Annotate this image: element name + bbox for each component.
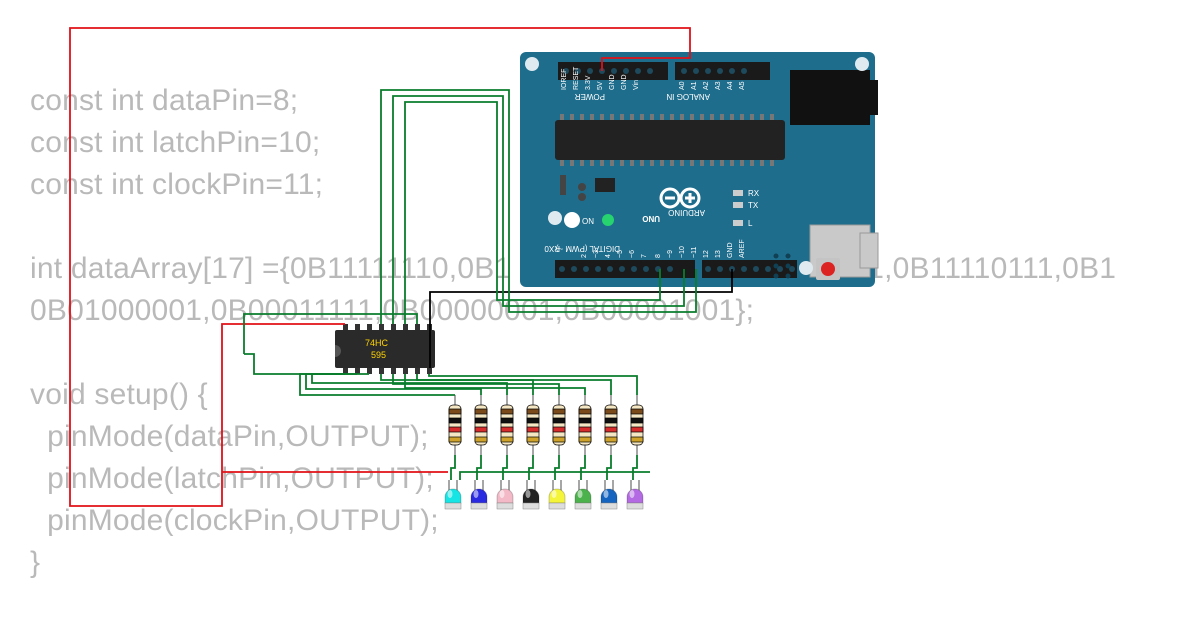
svg-text:A3: A3 <box>715 81 722 90</box>
analog-section-label: ANALOG IN <box>666 92 710 101</box>
svg-text:A2: A2 <box>703 81 710 90</box>
rx-label: RX <box>748 189 760 198</box>
svg-text:GND: GND <box>609 74 616 90</box>
brand-label: ARDUINO <box>668 208 705 217</box>
svg-text:Vin: Vin <box>633 80 640 90</box>
led-pink <box>497 480 513 509</box>
svg-text:~5: ~5 <box>617 250 624 258</box>
digital-section-label: DIGITAL (PWM ~) <box>555 244 620 253</box>
led-blue2 <box>601 480 617 509</box>
svg-text:~6: ~6 <box>629 250 636 258</box>
tx-label: TX <box>748 201 759 210</box>
led-green <box>575 480 591 509</box>
rx0-label: RX0 <box>544 244 560 253</box>
chip-label-line2: 595 <box>371 350 386 360</box>
resistor-array <box>449 395 643 455</box>
svg-text:RESET: RESET <box>573 66 580 90</box>
svg-text:A4: A4 <box>727 81 734 90</box>
svg-text:A1: A1 <box>691 81 698 90</box>
led-black <box>523 480 539 509</box>
svg-text:12: 12 <box>703 250 710 258</box>
svg-text:GND: GND <box>621 74 628 90</box>
board-name: UNO <box>642 214 660 223</box>
svg-text:GND: GND <box>727 242 734 258</box>
on-label: ON <box>582 217 594 226</box>
svg-text:2: 2 <box>581 254 588 258</box>
svg-text:~9: ~9 <box>667 250 674 258</box>
svg-text:8: 8 <box>655 254 662 258</box>
svg-text:~11: ~11 <box>691 247 698 258</box>
led-array <box>445 480 643 509</box>
svg-text:~10: ~10 <box>679 246 686 258</box>
svg-text:13: 13 <box>715 250 722 258</box>
led-blue <box>471 480 487 509</box>
led-yellow <box>549 480 565 509</box>
power-led-icon <box>602 214 614 226</box>
shift-register-chip: 74HC 595 <box>335 324 435 374</box>
led-cyan <box>445 480 461 509</box>
power-section-label: POWER <box>575 92 605 101</box>
svg-text:7: 7 <box>641 254 648 258</box>
l-label: L <box>748 219 753 228</box>
arduino-uno-board: ON UNO ARDUINO RX TX L POWER ANALOG IN D… <box>520 52 878 287</box>
svg-text:A0: A0 <box>679 81 686 90</box>
svg-text:5V: 5V <box>597 81 604 90</box>
svg-text:IOREF: IOREF <box>561 69 568 90</box>
svg-text:3.3V: 3.3V <box>585 75 592 90</box>
svg-text:A5: A5 <box>739 81 746 90</box>
led-purple <box>627 480 643 509</box>
circuit-diagram: ON UNO ARDUINO RX TX L POWER ANALOG IN D… <box>0 0 1200 630</box>
svg-text:4: 4 <box>605 254 612 258</box>
chip-label-line1: 74HC <box>365 338 389 348</box>
reset-button[interactable] <box>816 258 840 280</box>
svg-text:~3: ~3 <box>593 250 600 258</box>
svg-text:AREF: AREF <box>739 239 746 258</box>
